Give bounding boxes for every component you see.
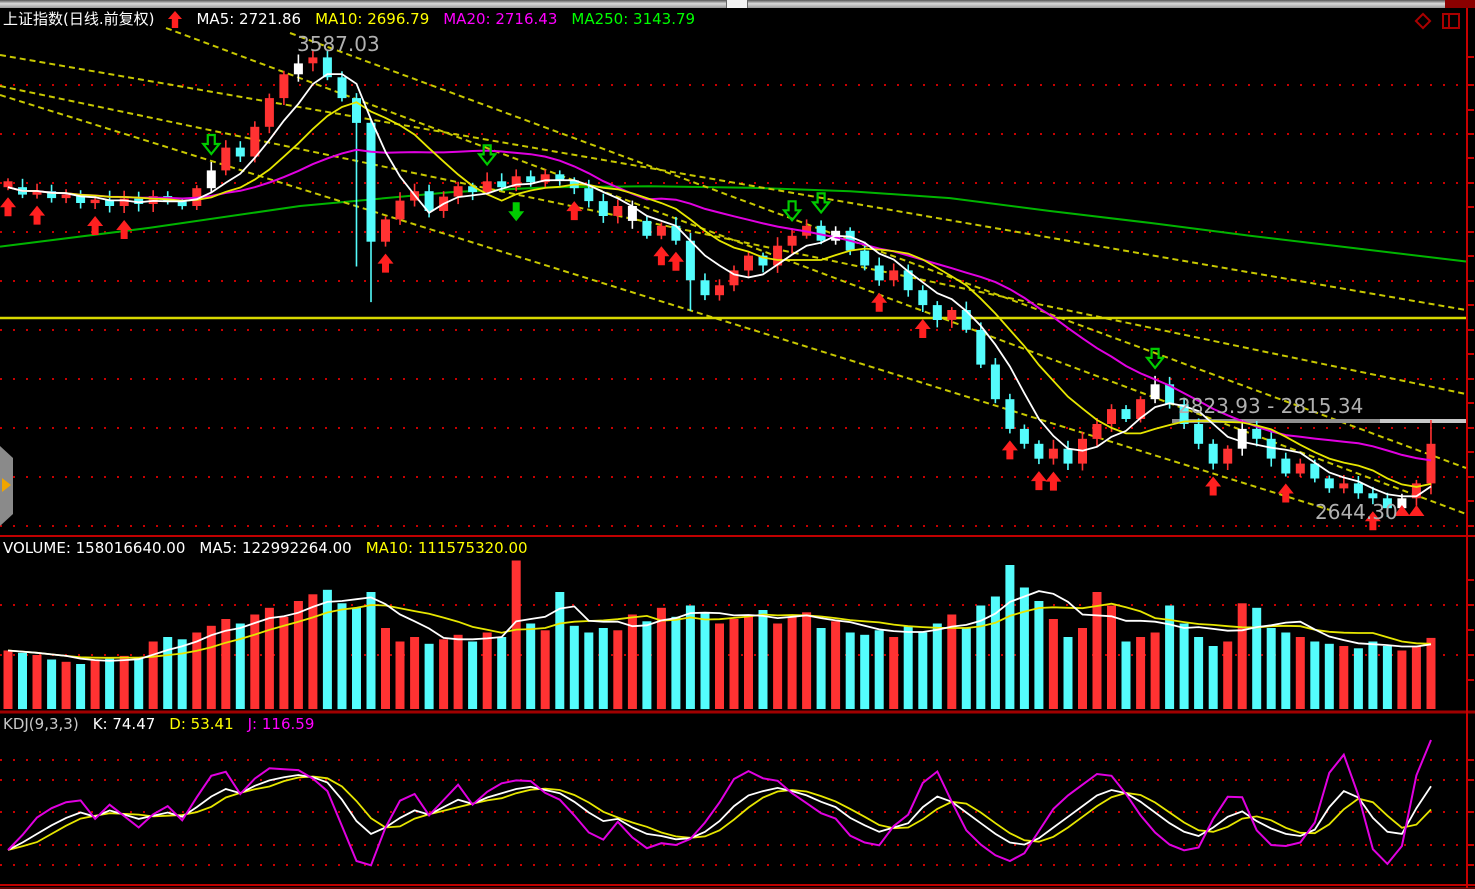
candlesticks [4, 50, 1436, 517]
panel-expand-arrow-icon [2, 478, 11, 492]
ma20-value: MA20: 2716.43 [443, 10, 557, 28]
stock-chart-window: 上证指数(日线.前复权) MA5: 2721.86 MA10: 2696.79 … [0, 0, 1475, 889]
top-right-strip [1445, 0, 1475, 8]
ma10-value: MA10: 2696.79 [315, 10, 429, 28]
volume-bars [4, 561, 1436, 710]
window-icon[interactable] [1442, 12, 1461, 30]
kdj-pane-header: KDJ(9,3,3) K: 74.47 D: 53.41 J: 116.59 [3, 715, 314, 733]
kdj-k-value: K: 74.47 [93, 715, 156, 733]
kdj-label: KDJ(9,3,3) [3, 715, 79, 733]
volume-ma5-value: MA5: 122992264.00 [199, 539, 351, 557]
kdj-j-value: J: 116.59 [248, 715, 315, 733]
up-arrow-icon [168, 11, 182, 28]
top-scrollbar[interactable] [0, 0, 1445, 8]
low-price-label: 2644.30 [1315, 500, 1398, 524]
chart-canvas[interactable] [0, 0, 1475, 889]
volume-ma10-value: MA10: 111575320.00 [366, 539, 528, 557]
left-panel-handle[interactable] [0, 446, 13, 526]
kdj-d-value: D: 53.41 [169, 715, 233, 733]
diamond-icon[interactable] [1413, 11, 1433, 31]
ma5-value: MA5: 2721.86 [196, 10, 301, 28]
gap-price-label: 2823.93 - 2815.34 [1178, 394, 1363, 418]
ma250-value: MA250: 3143.79 [571, 10, 695, 28]
peak-price-label: 3587.03 [297, 32, 380, 56]
chart-title: 上证指数(日线.前复权) [3, 10, 154, 28]
scrollbar-thumb[interactable] [726, 0, 748, 8]
pane-controls [1413, 11, 1461, 31]
main-pane-header: 上证指数(日线.前复权) MA5: 2721.86 MA10: 2696.79 … [3, 10, 695, 28]
volume-value: VOLUME: 158016640.00 [3, 539, 185, 557]
volume-pane-header: VOLUME: 158016640.00 MA5: 122992264.00 M… [3, 539, 528, 557]
